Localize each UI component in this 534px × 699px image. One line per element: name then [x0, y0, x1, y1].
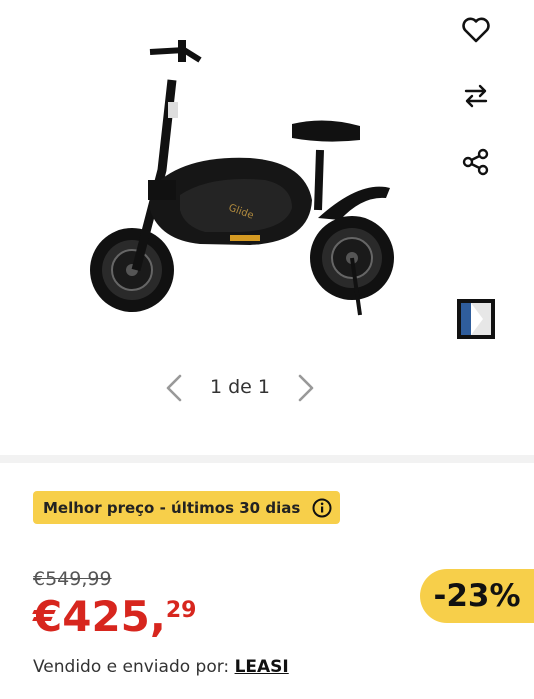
heart-icon	[462, 17, 490, 43]
info-button[interactable]	[312, 498, 332, 518]
app-thumbnail-icon	[457, 299, 495, 339]
chevron-right-icon[interactable]	[290, 372, 320, 404]
product-image[interactable]: Glide	[80, 20, 410, 320]
pager-counter: 1 de 1	[209, 376, 270, 398]
share-icon	[462, 148, 489, 176]
old-price: €549,99	[33, 568, 112, 590]
seller-info: Vendido e enviado por: LEASI	[33, 657, 289, 677]
best-price-badge: Melhor preço - últimos 30 dias	[33, 491, 341, 524]
price-main: €425,	[33, 592, 166, 641]
share-button[interactable]	[456, 142, 496, 182]
best-price-badge-label: Melhor preço - últimos 30 dias	[43, 498, 301, 517]
price-cents: 29	[165, 598, 197, 623]
app-thumbnail[interactable]	[456, 299, 496, 339]
front-wheel	[90, 228, 174, 312]
current-price: €425,29	[33, 596, 196, 638]
image-pager: 1 de 1	[0, 368, 534, 408]
product-gallery: Glide 1 de 1	[0, 0, 534, 455]
seller-prefix: Vendido e enviado por:	[33, 657, 230, 677]
discount-badge: -23%	[420, 569, 534, 623]
seller-link[interactable]: LEASI	[235, 657, 289, 677]
compare-button[interactable]	[456, 76, 496, 116]
wishlist-button[interactable]	[456, 10, 496, 50]
section-divider	[0, 455, 534, 463]
info-icon	[312, 498, 332, 517]
chevron-left-icon[interactable]	[160, 372, 190, 404]
compare-icon	[464, 84, 488, 108]
